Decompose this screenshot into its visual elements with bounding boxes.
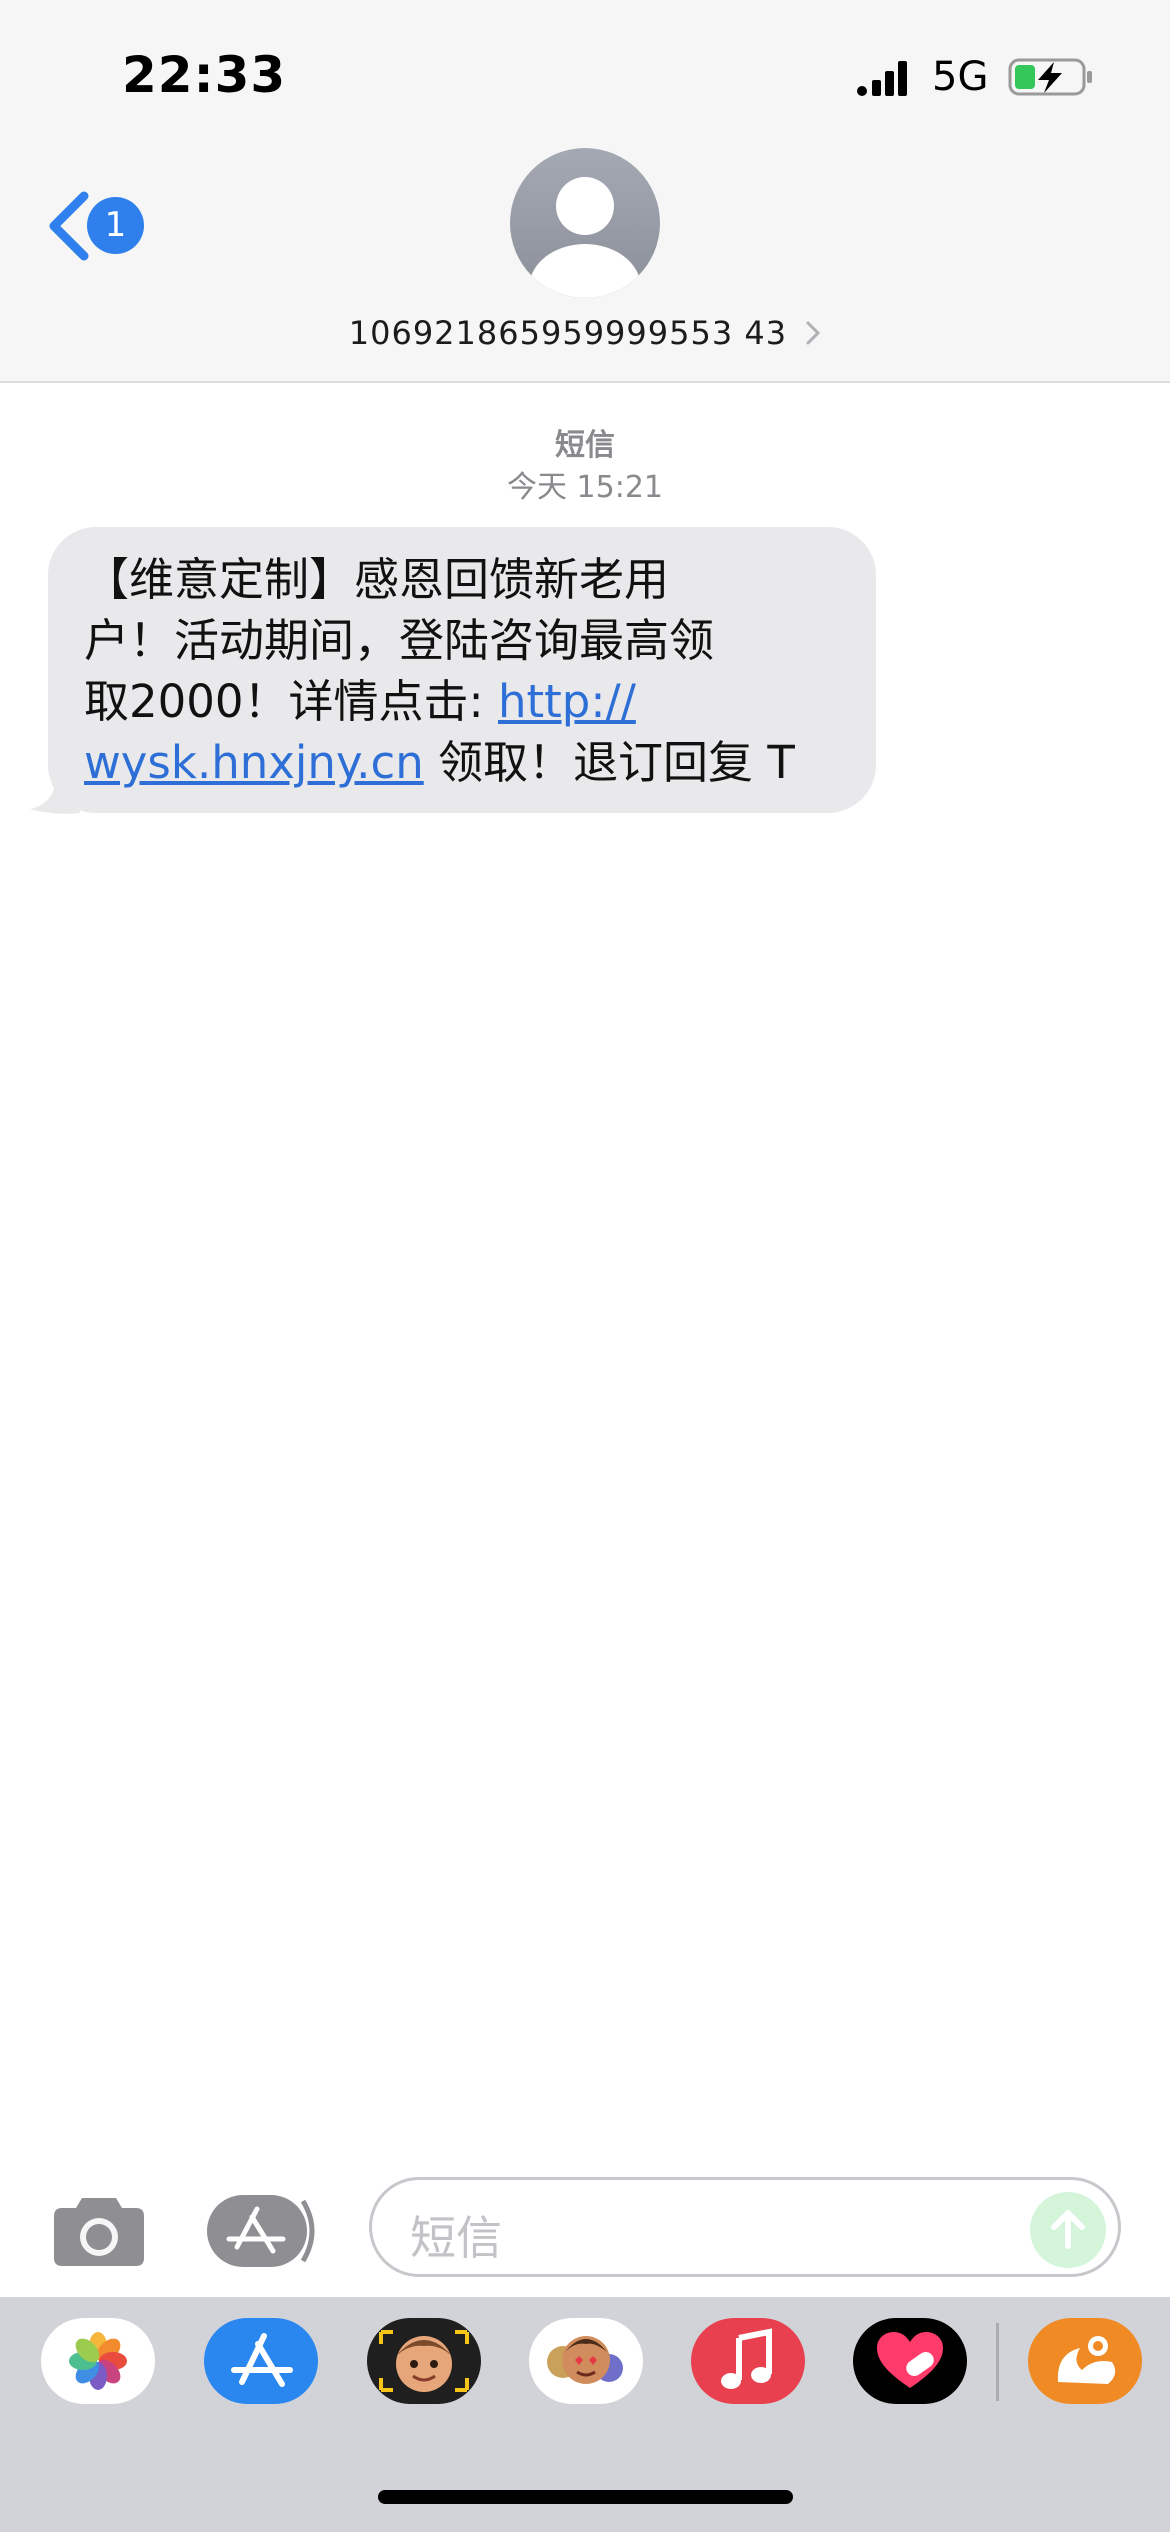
unread-count-badge[interactable]: 1: [87, 197, 144, 254]
message-line-text: 领取！退订回复 T: [423, 736, 795, 789]
battery-charging-icon: [1008, 58, 1092, 96]
contact-number: 106921865959999553 43: [348, 314, 788, 352]
status-time: 22:33: [122, 46, 287, 104]
message-bubble[interactable]: 【维意定制】感恩回馈新老用 户！活动期间，登陆咨询最高领 取2000！详情点击:…: [48, 527, 876, 813]
camera-icon[interactable]: [52, 2192, 146, 2268]
contact-info-row[interactable]: 106921865959999553 43: [0, 312, 1170, 356]
messages-screen: 22:33 5G 1 106921865959999553 43 短信 今天 1…: [0, 0, 1170, 2532]
message-line-text: 取2000！详情点击:: [84, 675, 498, 728]
message-line: wysk.hnxjny.cn 领取！退订回复 T: [84, 732, 854, 793]
music-icon[interactable]: [691, 2318, 805, 2404]
message-link[interactable]: wysk.hnxjny.cn: [84, 736, 424, 789]
arrow-up-icon: [1051, 2210, 1085, 2249]
photos-icon[interactable]: [41, 2318, 155, 2404]
animoji-icon[interactable]: [529, 2318, 643, 2404]
service-label: 短信: [555, 428, 615, 463]
uc-browser-icon[interactable]: [1028, 2318, 1142, 2404]
chevron-right-icon: [806, 321, 821, 345]
back-chevron-icon[interactable]: [46, 190, 92, 262]
message-line: 【维意定制】感恩回馈新老用: [84, 553, 670, 606]
message-input[interactable]: 短信: [369, 2177, 1121, 2277]
drawer-divider: [996, 2323, 999, 2401]
message-timestamp: 今天 15:21: [507, 470, 663, 505]
message-input-placeholder: 短信: [410, 2211, 502, 2265]
home-indicator[interactable]: [378, 2490, 793, 2504]
conversation-header: 22:33 5G 1 106921865959999553 43: [0, 0, 1170, 383]
app-store-icon[interactable]: [204, 2318, 318, 2404]
digital-touch-icon[interactable]: [853, 2318, 967, 2404]
message-line: 户！活动期间，登陆咨询最高领: [84, 614, 715, 667]
send-button[interactable]: [1030, 2192, 1106, 2268]
message-text: 【维意定制】感恩回馈新老用 户！活动期间，登陆咨询最高领 取2000！详情点击:…: [84, 549, 854, 793]
message-line: 取2000！详情点击: http://: [84, 671, 854, 732]
memoji-stickers-icon[interactable]: [367, 2318, 481, 2404]
network-type: 5G: [932, 54, 989, 100]
signal-bars-icon: [857, 61, 907, 96]
contact-avatar-icon[interactable]: [510, 148, 660, 298]
message-link[interactable]: http://: [498, 675, 636, 728]
app-store-drawer-icon[interactable]: [207, 2195, 321, 2267]
